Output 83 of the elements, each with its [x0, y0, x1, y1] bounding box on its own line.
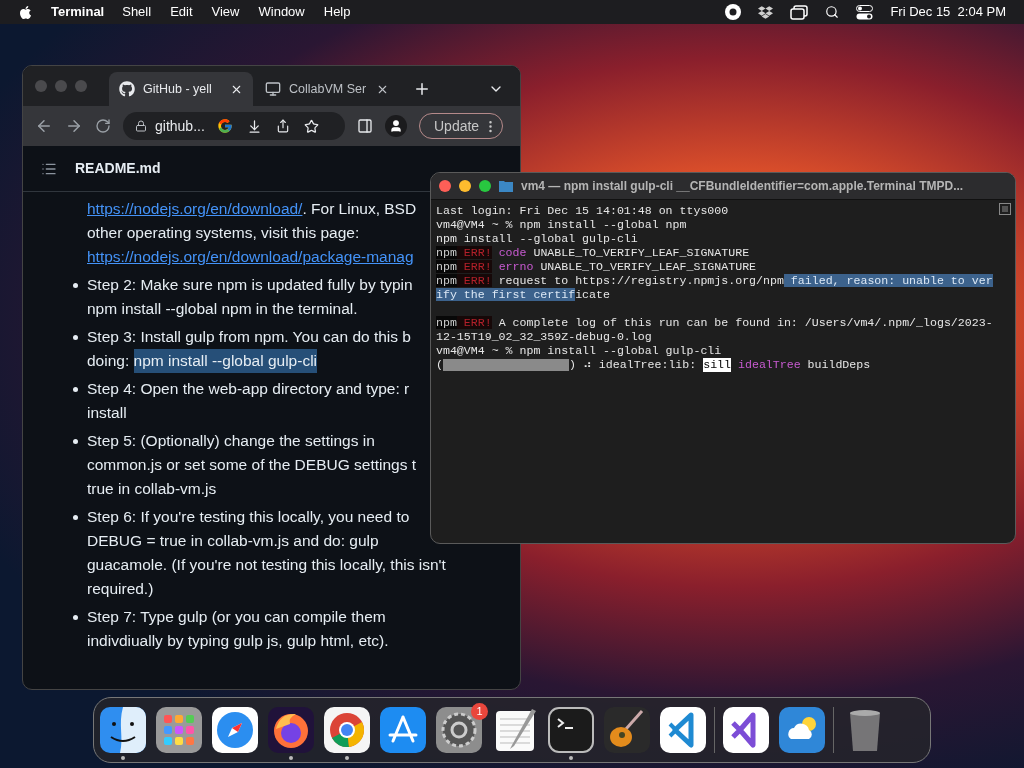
menu-clock[interactable]: Fri Dec 15 2:04 PM	[890, 2, 1006, 22]
zoom-icon[interactable]	[479, 180, 491, 192]
terminal-line: vm4@VM4 ~ % npm install --global gulp-cli	[436, 344, 722, 358]
browser-tab[interactable]: CollabVM Ser	[255, 72, 399, 106]
readme-text: Step 6: If you're testing this locally, you need to	[87, 507, 410, 527]
google-icon[interactable]	[216, 118, 233, 134]
menu-app-name[interactable]: Terminal	[51, 2, 105, 22]
file-name: README.md	[75, 159, 161, 178]
terminal-line: npm ERR! A complete log of this run can be found in: /Users/vm4/.npm/_logs/2023-	[436, 316, 993, 330]
readme-text: other operating systems, visit this page:	[87, 223, 360, 243]
terminal-text: idealTree	[737, 358, 801, 372]
readme-text: common.js or set some of the DEBUG settings t	[87, 455, 417, 475]
window-title: vm4 — npm install gulp-cli __CFBundleIdentifier=com.apple.Terminal TMPD...	[521, 178, 964, 195]
link[interactable]: https://nodejs.org/en/download/	[87, 197, 303, 221]
selected-text: npm install --global gulp-cli	[133, 349, 318, 373]
notification-badge: 1	[471, 703, 488, 720]
terminal-text: (	[436, 358, 443, 372]
terminal-line: vm4@VM4 ~ % npm install --global npm	[436, 218, 687, 232]
address-bar[interactable]: github...	[123, 112, 345, 140]
terminal-text: buildDeps	[806, 358, 871, 372]
star-icon[interactable]	[303, 118, 319, 134]
menu-item[interactable]: Shell	[122, 2, 152, 22]
profile-icon[interactable]	[385, 115, 407, 137]
control-center-icon[interactable]	[856, 4, 874, 20]
lock-icon	[135, 120, 147, 132]
readme-text: required.)	[87, 579, 154, 599]
terminal-line: ify the first certificate	[436, 288, 610, 302]
menu-item[interactable]: Window	[258, 2, 305, 22]
github-icon	[119, 81, 135, 97]
dropbox-icon[interactable]	[758, 4, 774, 20]
reload-icon[interactable]	[95, 118, 111, 134]
browser-tab[interactable]: GitHub - yell	[109, 72, 253, 106]
readme-text: indivdiually by typing gulp js, gulp html, etc).	[87, 631, 389, 651]
code-editor-icon[interactable]	[660, 707, 706, 753]
guitar-icon[interactable]	[604, 707, 650, 753]
chrome-icon[interactable]	[324, 707, 370, 753]
terminal-line: npm ERR! errno UNABLE_TO_VERIFY_LEAF_SIGNATURE	[436, 260, 757, 274]
apple-icon[interactable]	[18, 4, 33, 20]
terminal-line: npm ERR! request to https://registry.npmjs.org/npm failed, reason: unable to ver	[436, 274, 993, 288]
readme-text: Step 5: (Optionally) change the settings in	[87, 431, 375, 451]
launchpad-icon[interactable]	[156, 707, 202, 753]
terminal-text: ) ⠴ idealTree:lib:	[568, 358, 698, 372]
readme-text: DEBUG = true in collab-vm.js and do: gulp	[87, 531, 379, 551]
gear-icon[interactable]	[436, 707, 482, 753]
minimize-icon[interactable]	[459, 180, 471, 192]
infinity-ide-icon[interactable]	[723, 707, 769, 753]
back-icon[interactable]	[35, 117, 53, 135]
record-icon[interactable]	[725, 4, 742, 20]
readme-text: npm install --global npm in the terminal.	[87, 299, 358, 319]
terminal-line: npm ERR! code UNABLE_TO_VERIFY_LEAF_SIGNATURE	[436, 246, 750, 260]
menu-item[interactable]: Edit	[170, 2, 193, 22]
readme-text: Step 4: Open the web-app directory and type: r	[87, 379, 410, 399]
finder-icon[interactable]	[100, 707, 146, 753]
terminal-icon[interactable]	[548, 707, 594, 753]
menu-item[interactable]: Help	[323, 2, 351, 22]
readme-text: Step 2: Make sure npm is updated fully by typin	[87, 275, 413, 295]
menu-item[interactable]: View	[211, 2, 240, 22]
terminal-line: Last login: Fri Dec 15 14:01:48 on ttys000	[436, 204, 729, 218]
readme-text: Step 3: Install gulp from npm. You can do this b	[87, 327, 411, 347]
terminal-line: npm install --global gulp-cli	[436, 232, 638, 246]
app-store-icon[interactable]	[380, 707, 426, 753]
computer-icon	[265, 81, 281, 97]
new-tab-icon[interactable]	[413, 80, 431, 98]
compass-icon[interactable]	[212, 707, 258, 753]
readme-text: guacamole. (If you're not testing this locally, this isn't	[87, 555, 446, 575]
readme-text: doing:	[87, 351, 131, 371]
folder-icon	[499, 180, 513, 192]
readme-text: install	[87, 403, 127, 423]
forward-icon[interactable]	[65, 117, 83, 135]
weather-icon[interactable]	[779, 707, 825, 753]
readme-text: true in collab-vm.js	[87, 479, 217, 499]
side-panel-icon[interactable]	[357, 118, 373, 134]
scroll-marks-icon[interactable]	[999, 203, 1011, 215]
fox-globe-icon[interactable]	[268, 707, 314, 753]
share-icon[interactable]	[275, 119, 290, 133]
terminal-line: 12-15T19_02_32_359Z-debug-0.log	[436, 330, 652, 344]
readme-text: . For Linux, BSD	[302, 199, 417, 219]
readme-text: Step 7: Type gulp (or you can compile them	[87, 607, 386, 627]
terminal-text: sill	[703, 358, 732, 372]
link[interactable]: https://nodejs.org/en/download/package-manag	[87, 245, 414, 269]
search-icon[interactable]	[825, 5, 840, 19]
close-icon[interactable]	[439, 180, 451, 192]
windows-icon[interactable]	[790, 4, 809, 20]
